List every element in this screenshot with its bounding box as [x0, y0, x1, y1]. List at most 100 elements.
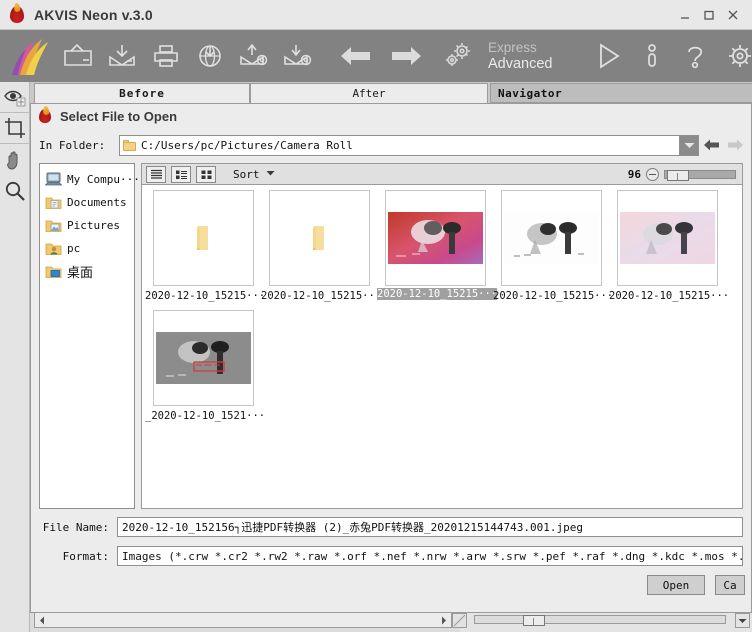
thumbnail-size-value: 96: [627, 167, 641, 181]
scroll-corner: [452, 613, 467, 628]
dialog-buttons: Open Ca: [31, 575, 745, 595]
in-folder-label: In Folder:: [39, 138, 106, 152]
file-thumbnail[interactable]: [500, 190, 602, 286]
preferences-gears-icon[interactable]: [436, 34, 480, 78]
scroll-down-icon-right[interactable]: [735, 613, 750, 628]
load-settings-icon[interactable]: [232, 34, 276, 78]
navigator-header[interactable]: Navigator: [490, 83, 752, 103]
maximize-icon[interactable]: [698, 4, 720, 26]
dialog-title: Select File to Open: [60, 109, 178, 124]
folder-path-input[interactable]: C:/Users/pc/Pictures/Camera Roll: [119, 134, 680, 156]
sort-label: Sort: [233, 167, 260, 181]
file-item[interactable]: 2020-12-10_15215···: [493, 190, 613, 305]
extra-glow-intensity-slider[interactable]: [474, 615, 726, 626]
save-image-icon[interactable]: [100, 34, 144, 78]
akvis-brand-logo: [0, 30, 56, 82]
format-row: Format: Images (*.crw *.cr2 *.rw2 *.raw …: [39, 545, 743, 567]
file-caption: 2020-12-10_15215···: [145, 290, 266, 302]
file-caption: 2020-12-10_15215···: [377, 288, 498, 300]
caret-down-icon: [266, 169, 275, 179]
user-folder-icon: [45, 241, 62, 256]
help-question-icon[interactable]: [674, 34, 718, 78]
close-icon[interactable]: [722, 4, 744, 26]
left-toolbar: [0, 82, 30, 632]
zoom-magnifier-icon[interactable]: [0, 175, 30, 206]
undo-arrow-icon[interactable]: [334, 34, 378, 78]
tree-item-desktop[interactable]: 桌面: [40, 260, 134, 283]
file-name-input[interactable]: 2020-12-10_152156┐迅捷PDF转换器 (2)_赤兔PDF转换器_…: [117, 517, 743, 537]
redo-arrow-icon[interactable]: [384, 34, 428, 78]
akvis-flame-logo: [7, 5, 27, 25]
select-file-dialog: Select File to Open In Folder: C:/Users/…: [30, 103, 752, 613]
format-label: Format:: [62, 549, 109, 563]
tab-after[interactable]: After: [250, 83, 488, 103]
quick-preview-icon[interactable]: [0, 82, 30, 113]
folder-row: In Folder: C:/Users/pc/Pictures/Camera R…: [31, 133, 751, 157]
file-item[interactable]: 2020-12-10_15215···: [261, 190, 381, 305]
minimize-icon[interactable]: [674, 4, 696, 26]
forward-arrow-icon[interactable]: [723, 134, 747, 156]
horizontal-scrollbar[interactable]: [34, 612, 452, 628]
tree-item-label: Documents: [67, 196, 127, 209]
file-grid[interactable]: 2020-12-10_15215··· 2020-12-10_15215···: [141, 185, 743, 509]
navigator-title: Navigator: [498, 86, 563, 100]
settings-gear-icon[interactable]: [718, 34, 752, 78]
thumbnail-size-slider[interactable]: [664, 169, 736, 181]
scroll-right-icon[interactable]: [437, 613, 451, 627]
window-controls: [674, 4, 744, 26]
file-caption: _2020-12-10_1521···: [145, 410, 266, 422]
pictures-folder-icon: [45, 218, 62, 233]
dialog-body: My Compu··· Documents Pictures pc 桌面 Sor…: [39, 163, 743, 509]
file-thumbnail[interactable]: [384, 190, 486, 286]
publish-web-icon[interactable]: [188, 34, 232, 78]
title-bar: AKVIS Neon v.3.0: [0, 0, 752, 30]
open-image-icon[interactable]: [56, 34, 100, 78]
thumbnail-view-icon[interactable]: [196, 165, 216, 183]
folder-icon: [123, 139, 136, 151]
detail-view-icon[interactable]: [171, 165, 191, 183]
folder-path-value: C:/Users/pc/Pictures/Camera Roll: [141, 138, 353, 152]
print-image-icon[interactable]: [144, 34, 188, 78]
desktop-folder-icon: [45, 264, 62, 279]
file-pane-toolbar: Sort 96: [141, 163, 743, 185]
minus-circle-icon[interactable]: [646, 167, 659, 181]
mode-express-label[interactable]: Express: [488, 39, 584, 56]
mode-switch[interactable]: Express Advanced: [488, 39, 584, 73]
window-title: AKVIS Neon v.3.0: [34, 6, 153, 23]
file-thumbnail[interactable]: [616, 190, 718, 286]
file-item[interactable]: 2020-12-10_15215···: [609, 190, 729, 305]
file-thumbnail[interactable]: [268, 190, 370, 286]
scroll-left-icon[interactable]: [35, 613, 49, 627]
run-play-icon[interactable]: [586, 34, 630, 78]
back-arrow-icon[interactable]: [699, 134, 723, 156]
akvis-flame-logo: [37, 108, 53, 125]
tree-item-documents[interactable]: Documents: [40, 191, 134, 214]
mode-advanced-label[interactable]: Advanced: [488, 56, 584, 73]
tree-item-pc[interactable]: pc: [40, 237, 134, 260]
tree-item-my-computer[interactable]: My Compu···: [40, 168, 140, 191]
format-select[interactable]: Images (*.crw *.cr2 *.rw2 *.raw *.orf *.…: [117, 546, 743, 566]
save-settings-icon[interactable]: [276, 34, 320, 78]
file-thumbnail[interactable]: [152, 190, 254, 286]
file-item[interactable]: 2020-12-10_15215···: [145, 190, 265, 305]
list-view-icon[interactable]: [146, 165, 166, 183]
tree-item-pictures[interactable]: Pictures: [40, 214, 134, 237]
open-button[interactable]: Open: [647, 575, 705, 595]
sort-button[interactable]: Sort: [233, 168, 275, 181]
file-item-selected[interactable]: 2020-12-10_15215···: [377, 190, 498, 305]
documents-folder-icon: [45, 195, 62, 210]
crop-icon[interactable]: [0, 113, 30, 144]
tab-before[interactable]: Before: [34, 83, 250, 103]
cancel-button[interactable]: Ca: [715, 575, 745, 595]
file-item[interactable]: _2020-12-10_1521···: [145, 310, 265, 424]
file-caption: 2020-12-10_15215···: [493, 290, 614, 302]
scrollbar-track[interactable]: [49, 613, 437, 627]
file-caption: 2020-12-10_15215···: [609, 290, 730, 302]
file-thumbnail[interactable]: [152, 310, 254, 406]
image-tabs: Before After Navigator: [30, 82, 752, 103]
hand-icon[interactable]: [0, 144, 30, 175]
info-icon[interactable]: [630, 34, 674, 78]
tree-item-label: Pictures: [67, 219, 120, 232]
folder-dropdown-button[interactable]: [680, 134, 699, 156]
thumbnail-size-control: 96: [627, 167, 738, 181]
